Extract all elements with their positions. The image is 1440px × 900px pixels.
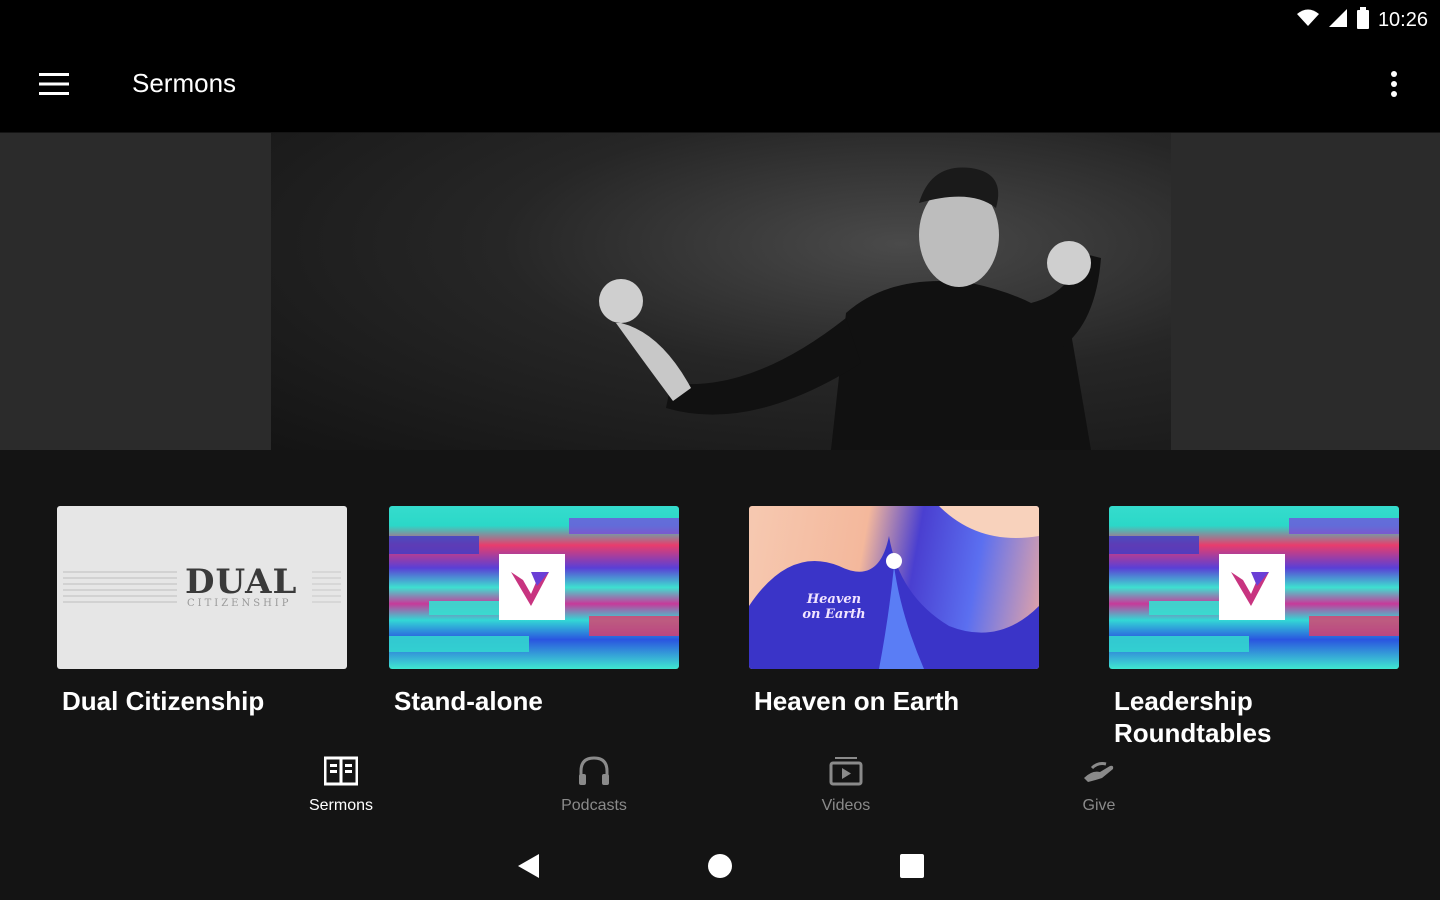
- nav-item-sermons[interactable]: Sermons: [271, 756, 411, 828]
- system-recents-button[interactable]: [888, 848, 936, 888]
- series-title: Heaven on Earth: [754, 686, 960, 716]
- nav-item-videos[interactable]: Videos: [776, 756, 916, 828]
- system-back-button[interactable]: [504, 848, 552, 888]
- battery-icon: [1356, 6, 1370, 34]
- video-library-icon: [829, 756, 863, 791]
- series-title: Stand-alone: [394, 686, 543, 716]
- series-title: Dual Citizenship: [62, 686, 265, 716]
- app-bar: Sermons: [0, 40, 1440, 132]
- series-card-heaven-on-earth[interactable]: Heaven on Earth Heaven on Earth: [749, 506, 1039, 717]
- hero-banner[interactable]: [0, 133, 1440, 450]
- give-hand-icon: [1082, 756, 1116, 791]
- series-thumbnail: [1109, 506, 1399, 669]
- back-triangle-icon: [515, 852, 541, 885]
- thumbnail-title: DUAL: [185, 562, 298, 602]
- system-home-button[interactable]: [696, 848, 744, 888]
- wifi-icon: [1296, 8, 1320, 33]
- hero-side-panel-right: [1171, 133, 1440, 450]
- headphones-icon: [578, 756, 610, 791]
- overflow-menu-button[interactable]: [1372, 64, 1416, 108]
- bottom-navigation: Sermons Podcasts Videos Give: [0, 748, 1440, 836]
- system-navigation-bar: [0, 836, 1440, 900]
- nav-item-give[interactable]: Give: [1029, 756, 1169, 828]
- book-icon: [323, 756, 359, 791]
- series-thumbnail: DUAL CITIZENSHIP: [57, 506, 347, 669]
- hero-side-panel-left: [0, 133, 271, 450]
- more-vert-icon: [1390, 70, 1398, 103]
- series-title: Leadership Roundtables: [1114, 686, 1272, 748]
- home-circle-icon: [707, 853, 733, 884]
- nav-label: Videos: [821, 797, 871, 814]
- series-card-stand-alone[interactable]: Stand-alone: [389, 506, 679, 717]
- status-bar: 10:26: [0, 0, 1440, 40]
- menu-button[interactable]: [30, 64, 78, 108]
- nav-item-podcasts[interactable]: Podcasts: [524, 756, 664, 828]
- thumbnail-title: Heaven on Earth: [802, 592, 866, 622]
- status-time: 10:26: [1377, 8, 1428, 31]
- status-icons: 10:26: [1296, 6, 1428, 34]
- series-thumbnail: [389, 506, 679, 669]
- nav-label: Give: [1082, 797, 1116, 814]
- recents-square-icon: [900, 853, 924, 883]
- nav-label: Sermons: [308, 797, 374, 814]
- thumbnail-subtitle: CITIZENSHIP: [187, 598, 292, 609]
- series-thumbnail: Heaven on Earth: [749, 506, 1039, 669]
- speaker-silhouette: [599, 167, 1101, 450]
- hero-speaker-photo: [271, 133, 1171, 450]
- series-card-leadership-roundtables[interactable]: Leadership Roundtables: [1109, 506, 1399, 749]
- page-title: Sermons: [132, 68, 237, 98]
- cell-signal-icon: [1328, 8, 1348, 33]
- series-card-dual-citizenship[interactable]: DUAL CITIZENSHIP Dual Citizenship: [57, 506, 347, 717]
- hamburger-menu-icon: [39, 72, 69, 100]
- nav-label: Podcasts: [561, 797, 627, 814]
